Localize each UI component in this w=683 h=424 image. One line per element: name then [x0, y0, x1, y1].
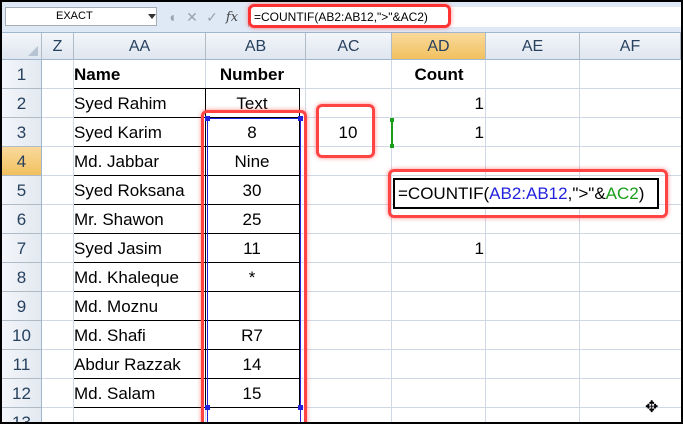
- name-cell[interactable]: Syed Rahim: [74, 89, 204, 118]
- name-box-dropdown-icon[interactable]: [148, 14, 156, 19]
- row-header-3[interactable]: 3: [2, 118, 42, 147]
- name-cell[interactable]: Syed Roksana: [74, 176, 204, 205]
- select-all-corner[interactable]: [2, 33, 42, 60]
- column-header-z[interactable]: Z: [42, 33, 74, 60]
- formula-suffix: ): [638, 184, 645, 203]
- row-header-13[interactable]: 13: [2, 408, 42, 422]
- row-header-2[interactable]: 2: [2, 89, 42, 118]
- editing-cell-ad4[interactable]: =COUNTIF(AB2:AB12,">"&AC2): [393, 178, 659, 209]
- column-header-ae[interactable]: AE: [486, 33, 580, 60]
- count-cell[interactable]: 1: [392, 89, 484, 118]
- name-cell[interactable]: Md. Shafi: [74, 321, 204, 350]
- row-header-4[interactable]: 4: [2, 147, 42, 176]
- gridline: [485, 60, 486, 422]
- column-header-ac[interactable]: AC: [306, 33, 392, 60]
- name-cell[interactable]: Abdur Razzak: [74, 350, 204, 379]
- criteria-highlight-box: [316, 104, 375, 158]
- number-column-highlight-box: [201, 110, 307, 422]
- row-header-7[interactable]: 7: [2, 234, 42, 263]
- worksheet-grid[interactable]: Z AA AB AC AD AE AF 1 2 3 4 5 6 7 8 9 10…: [2, 33, 681, 422]
- row-header-12[interactable]: 12: [2, 379, 42, 408]
- row-header-5[interactable]: 5: [2, 176, 42, 205]
- row-header-8[interactable]: 8: [2, 263, 42, 292]
- formula-middle: ,">"&: [567, 184, 606, 203]
- cross-cursor-icon: ✥: [645, 399, 659, 416]
- enter-check-icon[interactable]: ✓: [202, 9, 222, 26]
- name-box[interactable]: EXACT: [5, 7, 157, 26]
- column-header-ab[interactable]: AB: [206, 33, 306, 60]
- count-cell[interactable]: 1: [392, 118, 484, 147]
- name-cell[interactable]: Syed Jasim: [74, 234, 204, 263]
- formula-input[interactable]: =COUNTIF(AB2:AB12,">"&AC2): [248, 7, 681, 27]
- column-header-aa[interactable]: AA: [74, 33, 206, 60]
- header-number[interactable]: Number: [205, 60, 299, 89]
- gridline: [579, 60, 580, 422]
- cancel-icon[interactable]: ✕: [182, 9, 202, 26]
- row-header-1[interactable]: 1: [2, 60, 42, 89]
- name-cell[interactable]: Md. Jabbar: [74, 147, 204, 176]
- name-cell[interactable]: Md. Moznu: [74, 292, 204, 321]
- formula-range-ref: AB2:AB12: [489, 184, 568, 203]
- insert-function-icon[interactable]: fx: [222, 10, 242, 25]
- row-header-6[interactable]: 6: [2, 205, 42, 234]
- name-cell[interactable]: Syed Karim: [74, 118, 204, 147]
- name-cell[interactable]: Md. Khaleque: [74, 263, 204, 292]
- header-count[interactable]: Count: [392, 60, 486, 89]
- excel-window: EXACT ◖ ✕ ✓ fx =COUNTIF(AB2:AB12,">"&AC2…: [2, 2, 681, 422]
- formula-bar: EXACT ◖ ✕ ✓ fx =COUNTIF(AB2:AB12,">"&AC2…: [2, 2, 681, 33]
- scroll-handle-icon: ◖: [167, 9, 177, 25]
- count-cell[interactable]: 1: [392, 234, 484, 263]
- column-header-ad[interactable]: AD: [392, 33, 486, 60]
- column-header-af[interactable]: AF: [580, 33, 681, 60]
- formula-bar-buttons: ◖ ✕ ✓ fx: [162, 6, 242, 28]
- row-header-11[interactable]: 11: [2, 350, 42, 379]
- name-cell[interactable]: Mr. Shawon: [74, 205, 204, 234]
- row-header-10[interactable]: 10: [2, 321, 42, 350]
- name-cell[interactable]: Md. Salam: [74, 379, 204, 408]
- row-header-9[interactable]: 9: [2, 292, 42, 321]
- formula-prefix: =COUNTIF(: [398, 184, 490, 203]
- ac2-reference-marker: [390, 118, 394, 148]
- header-name[interactable]: Name: [74, 60, 204, 89]
- formula-cell-ref: AC2: [605, 184, 639, 203]
